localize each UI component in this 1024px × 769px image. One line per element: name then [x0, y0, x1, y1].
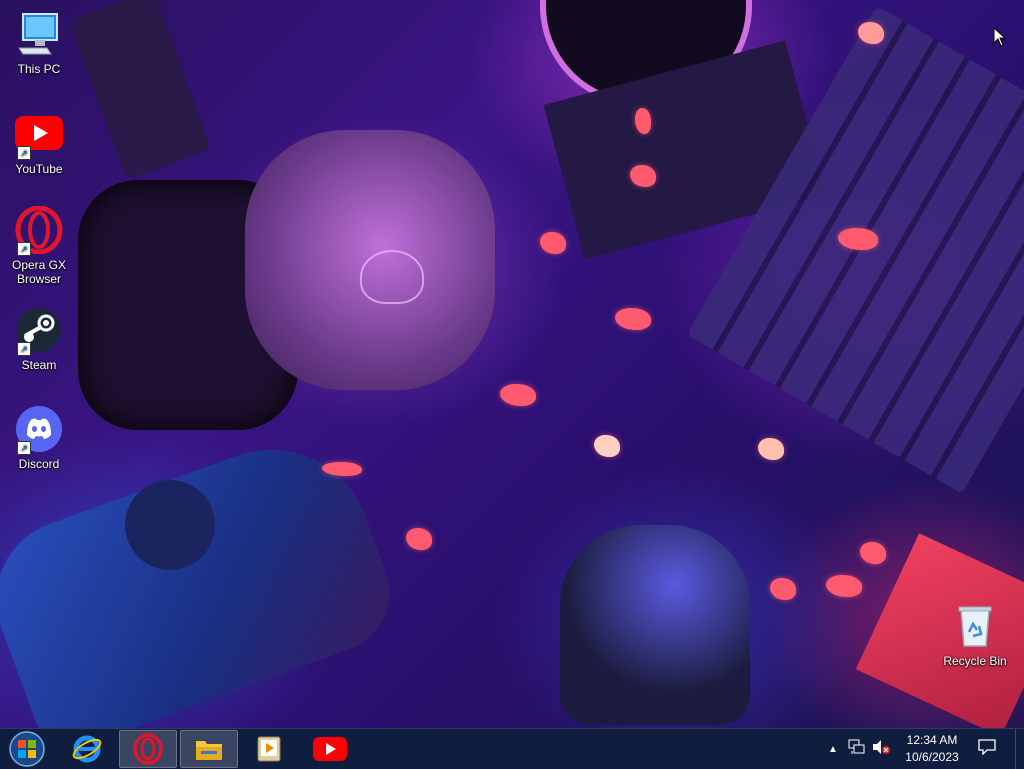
clock[interactable]: 12:34 AM 10/6/2023 [900, 732, 964, 766]
discord-icon: ↗ [15, 405, 63, 455]
action-center-icon[interactable] [978, 739, 996, 756]
desktop-icon-this-pc[interactable]: This PC [1, 10, 77, 76]
desktop-icon-label: This PC [17, 62, 61, 76]
headphone-logo [360, 250, 424, 304]
shortcut-arrow-icon: ↗ [17, 441, 31, 455]
taskbar-media-player[interactable] [240, 730, 298, 768]
clock-date: 10/6/2023 [905, 750, 959, 764]
figure [560, 525, 750, 725]
desktop-icon-label: Steam [21, 358, 57, 372]
desktop-wallpaper [0, 0, 1024, 728]
taskbar-file-explorer[interactable] [180, 730, 238, 768]
shortcut-arrow-icon: ↗ [17, 242, 31, 256]
start-button[interactable] [0, 730, 54, 768]
candy [540, 232, 566, 254]
taskbar-internet-explorer[interactable] [58, 730, 116, 768]
shortcut-arrow-icon: ↗ [17, 342, 31, 356]
desktop-icon-opera-gx[interactable]: ↗ Opera GX Browser [1, 205, 77, 286]
recycle-bin-icon [951, 602, 999, 650]
headphone-band [68, 0, 212, 181]
candy [500, 384, 536, 406]
windows-orb-icon [9, 731, 45, 767]
taskbar-youtube[interactable] [301, 730, 359, 768]
clock-time: 12:34 AM [906, 733, 958, 747]
network-icon[interactable] [848, 739, 866, 760]
media-player-icon [257, 736, 281, 762]
taskbar: ▲ 12:34 AM 10/6/2023 [0, 728, 1024, 769]
candy [826, 575, 862, 597]
candy [615, 308, 651, 330]
system-tray: ▲ [828, 729, 890, 769]
desktop-icon-label: Discord [18, 457, 60, 471]
desktop-icon-discord[interactable]: ↗ Discord [1, 405, 77, 471]
candy [594, 435, 620, 457]
file-explorer-icon [196, 741, 222, 760]
candy [860, 542, 886, 564]
desktop-icon-label: Opera GX Browser [11, 258, 67, 286]
desktop-icon-steam[interactable]: ↗ Steam [1, 306, 77, 372]
steam-icon: ↗ [15, 306, 63, 356]
desktop-icon-label: Recycle Bin [943, 654, 1007, 668]
taskbar-opera-gx[interactable] [119, 730, 177, 768]
this-pc-icon [15, 10, 63, 58]
desktop-icon-youtube[interactable]: ↗ YouTube [1, 110, 77, 176]
opera-gx-icon [133, 733, 163, 765]
show-hidden-icons-chevron-icon[interactable]: ▲ [828, 744, 838, 755]
youtube-icon [313, 737, 347, 761]
candy [630, 165, 656, 187]
desktop-icon-recycle-bin[interactable]: Recycle Bin [937, 602, 1013, 668]
shortcut-arrow-icon: ↗ [17, 146, 31, 160]
mouse-cursor-icon [993, 26, 1007, 52]
candy [770, 578, 796, 600]
desktop-icon-label: YouTube [15, 162, 63, 176]
show-desktop-button[interactable] [1015, 729, 1024, 769]
candy [406, 528, 432, 550]
youtube-icon: ↗ [15, 110, 63, 160]
internet-explorer-icon [72, 735, 102, 763]
opera-gx-icon: ↗ [15, 205, 63, 256]
gamepad-buttons [125, 480, 215, 570]
volume-muted-icon[interactable] [872, 739, 890, 760]
candy [635, 108, 651, 134]
candy [758, 438, 784, 460]
candy [858, 22, 884, 44]
